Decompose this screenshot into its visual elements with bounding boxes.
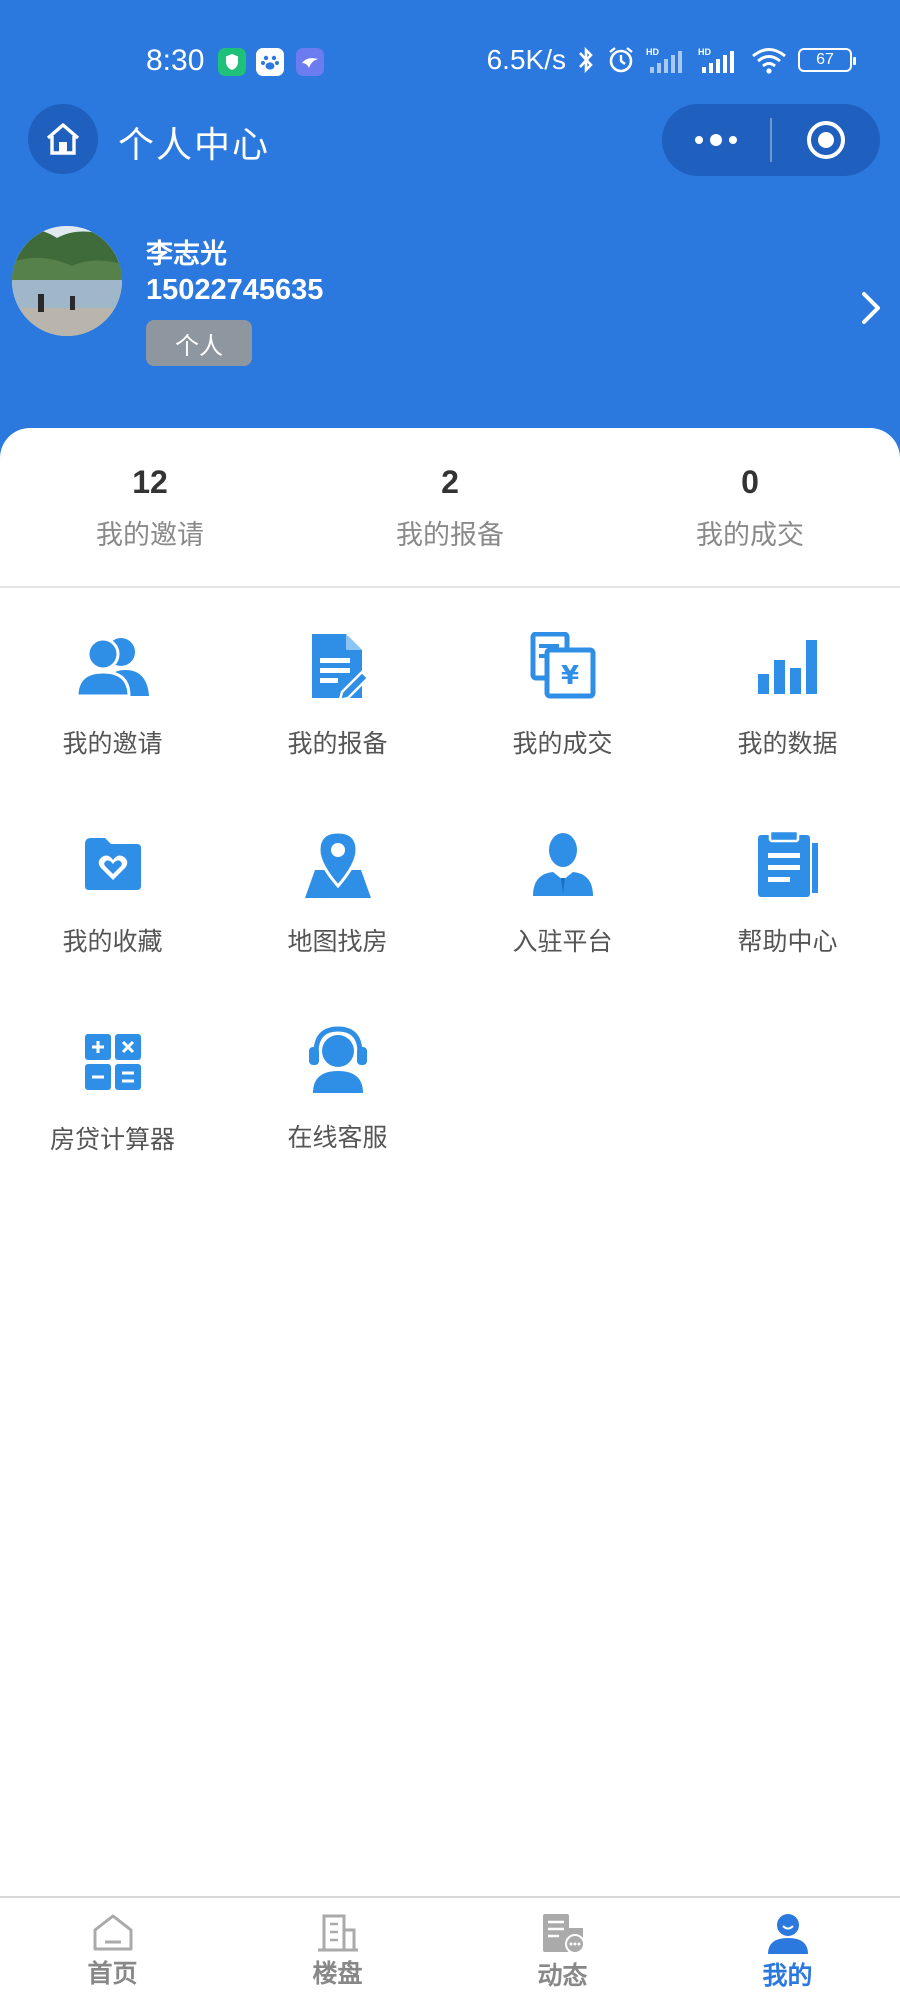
profile-arrow-button[interactable]	[860, 290, 882, 330]
menu-label: 我的数据	[737, 729, 838, 758]
menu-my-invitations[interactable]: 我的邀请	[0, 626, 225, 760]
svg-text:¥: ¥	[560, 661, 578, 691]
status-right: 6.5K/s HD HD 67	[486, 40, 856, 80]
user-phone: 15022745635	[146, 274, 324, 306]
menu-my-data[interactable]: 我的数据	[675, 626, 900, 760]
baidu-icon	[256, 48, 284, 76]
battery-icon: 67	[798, 48, 856, 72]
mini-program-capsule	[662, 104, 880, 176]
calculator-icon	[73, 1022, 153, 1102]
status-time: 8:30	[146, 44, 205, 77]
menu-label: 入驻平台	[512, 927, 613, 956]
stat-value: 0	[741, 464, 759, 500]
stat-value: 2	[441, 464, 459, 500]
home-tab-icon	[93, 1914, 132, 1951]
menu-my-favorites[interactable]: 我的收藏	[0, 824, 225, 958]
stat-reports[interactable]: 2 我的报备	[300, 464, 600, 552]
chevron-right-icon	[862, 292, 880, 324]
stat-invitations[interactable]: 12 我的邀请	[0, 464, 300, 552]
network-speed: 6.5K/s	[486, 44, 566, 75]
folder-heart-icon	[73, 824, 153, 904]
bar-chart-icon	[748, 626, 828, 706]
menu-mortgage-calculator[interactable]: 房贷计算器	[0, 1022, 225, 1156]
building-tab-icon	[317, 1914, 358, 1952]
bluetooth-icon	[576, 45, 596, 75]
menu-help-center[interactable]: 帮助中心	[675, 824, 900, 958]
status-bar: 8:30 6.5K/s HD HD 67	[0, 0, 900, 120]
menu-label: 我的报备	[287, 729, 388, 758]
stats-row: 12 我的邀请 2 我的报备 0 我的成交	[0, 428, 900, 588]
home-button[interactable]	[28, 104, 98, 174]
wifi-icon	[750, 45, 788, 75]
more-dots-icon	[695, 134, 737, 146]
menu-label: 帮助中心	[737, 927, 838, 956]
menu-my-reports[interactable]: 我的报备	[225, 626, 450, 760]
alarm-icon	[606, 45, 636, 75]
tab-news[interactable]: 动态	[450, 1898, 675, 2000]
tab-label: 我的	[762, 1961, 813, 1990]
stat-value: 12	[132, 464, 168, 500]
headset-icon	[298, 1022, 378, 1094]
tab-buildings[interactable]: 楼盘	[225, 1898, 450, 2000]
stat-label: 我的报备	[396, 520, 504, 551]
agent-person-icon	[523, 824, 603, 904]
user-tab-icon	[767, 1914, 808, 1954]
user-name: 李志光	[146, 239, 227, 270]
tab-label: 动态	[537, 1961, 588, 1990]
stat-deals[interactable]: 0 我的成交	[600, 464, 900, 552]
menu-my-deals[interactable]: ¥ 我的成交	[450, 626, 675, 760]
signal-hd-icon: HD	[646, 45, 688, 75]
tab-label: 首页	[87, 1959, 138, 1988]
stat-label: 我的成交	[696, 520, 804, 551]
signal-hd-icon: HD	[698, 45, 740, 75]
menu-label: 在线客服	[287, 1123, 388, 1152]
users-icon	[73, 626, 153, 706]
svg-text:HD: HD	[646, 47, 659, 57]
page-title: 个人中心	[118, 125, 271, 166]
menu-label: 房贷计算器	[49, 1125, 175, 1154]
shield-app-icon	[218, 48, 246, 76]
document-edit-icon	[298, 626, 378, 706]
menu-online-service[interactable]: 在线客服	[225, 1022, 450, 1154]
bottom-tab-bar: 首页 楼盘 动态 我的	[0, 1896, 900, 2000]
tab-home[interactable]: 首页	[0, 1898, 225, 2000]
map-pin-icon	[298, 824, 378, 904]
menu-label: 地图找房	[287, 927, 388, 956]
bird-app-icon	[296, 48, 324, 76]
clipboard-icon	[748, 824, 828, 904]
home-icon	[46, 123, 80, 155]
more-button[interactable]	[662, 104, 770, 176]
tab-label: 楼盘	[312, 1959, 363, 1988]
menu-label: 我的邀请	[62, 729, 163, 758]
tab-mine[interactable]: 我的	[675, 1898, 900, 2000]
deal-receipt-icon: ¥	[523, 626, 603, 706]
user-type-badge: 个人	[146, 320, 252, 366]
stat-label: 我的邀请	[96, 520, 204, 551]
menu-label: 我的收藏	[62, 927, 163, 956]
news-tab-icon	[542, 1914, 585, 1954]
target-circle-icon	[807, 121, 845, 159]
avatar[interactable]	[12, 226, 122, 336]
menu-map-search[interactable]: 地图找房	[225, 824, 450, 958]
menu-label: 我的成交	[512, 729, 613, 758]
close-button[interactable]	[772, 104, 880, 176]
svg-text:HD: HD	[698, 47, 711, 57]
menu-join-platform[interactable]: 入驻平台	[450, 824, 675, 958]
